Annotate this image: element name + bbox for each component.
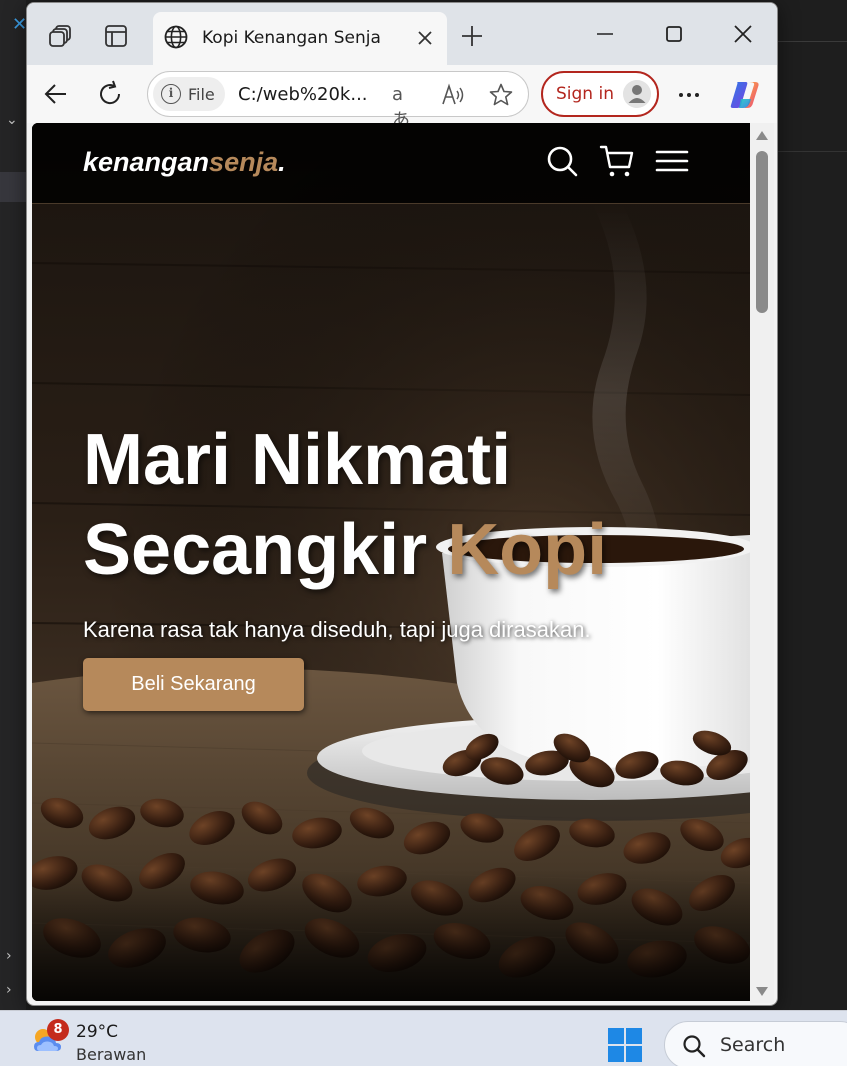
hero-subtitle: Karena rasa tak hanya diseduh, tapi juga… bbox=[83, 617, 591, 642]
background-editor-panel bbox=[778, 42, 847, 152]
close-icon[interactable] bbox=[415, 28, 435, 48]
tab-active[interactable]: Kopi Kenangan Senja bbox=[153, 12, 447, 65]
logo-dot: . bbox=[278, 147, 286, 177]
profile-icon bbox=[623, 80, 651, 108]
logo-accent-text: senja bbox=[209, 147, 279, 177]
info-icon: i bbox=[161, 84, 181, 104]
cart-icon[interactable] bbox=[599, 143, 635, 179]
weather-condition[interactable]: Berawan bbox=[76, 1045, 146, 1064]
hero-title-line1: Mari Nikmati bbox=[83, 420, 512, 500]
site-info-chip[interactable]: i File bbox=[153, 77, 225, 111]
refresh-icon[interactable] bbox=[95, 79, 125, 109]
hero-title-accent: Kopi bbox=[447, 510, 608, 590]
plus-icon[interactable] bbox=[459, 23, 485, 49]
back-icon[interactable] bbox=[41, 79, 71, 109]
background-editor-sidebar: ✕ ⌄ › › bbox=[0, 0, 28, 1010]
weather-temperature[interactable]: 29°C bbox=[76, 1022, 118, 1042]
close-window-icon[interactable] bbox=[730, 21, 756, 47]
browser-window: Kopi Kenangan Senja i File C:/web%20k...… bbox=[26, 2, 778, 1006]
site-navbar: kenangansenja. bbox=[32, 123, 750, 204]
translate-icon[interactable]: aあ bbox=[392, 82, 418, 131]
close-icon: ✕ bbox=[12, 14, 28, 35]
hero-title: Mari Nikmati Secangkir Kopi bbox=[83, 415, 723, 595]
sign-in-label: Sign in bbox=[556, 84, 614, 104]
maximize-icon[interactable] bbox=[661, 21, 687, 47]
copilot-icon[interactable] bbox=[727, 79, 763, 111]
read-aloud-icon[interactable] bbox=[440, 82, 466, 108]
address-bar[interactable]: i File C:/web%20k... aあ bbox=[147, 71, 529, 131]
scheme-label: File bbox=[188, 85, 215, 104]
hero-title-line2: Secangkir bbox=[83, 510, 448, 590]
tab-bar: Kopi Kenangan Senja bbox=[27, 3, 777, 65]
sign-in-button[interactable]: Sign in bbox=[541, 71, 659, 117]
scroll-thumb[interactable] bbox=[756, 151, 768, 313]
search-icon[interactable] bbox=[544, 143, 580, 179]
page-scrollbar[interactable] bbox=[750, 123, 774, 1003]
taskbar: 8 29°C Berawan Search bbox=[0, 1010, 847, 1066]
logo-text: kenangan bbox=[83, 147, 210, 177]
workspaces-icon[interactable] bbox=[46, 21, 76, 51]
tab-actions-icon[interactable] bbox=[101, 21, 131, 51]
search-icon bbox=[683, 1035, 706, 1058]
chevron-right-icon: › bbox=[6, 982, 12, 998]
chevron-down-icon: ⌄ bbox=[6, 112, 18, 128]
taskbar-search-label: Search bbox=[720, 1034, 786, 1056]
site-logo[interactable]: kenangansenja. bbox=[83, 147, 286, 178]
scroll-up-icon[interactable] bbox=[756, 131, 768, 140]
browser-toolbar: i File C:/web%20k... aあ Sign in bbox=[27, 65, 777, 131]
buy-now-button[interactable]: Beli Sekarang bbox=[83, 658, 304, 711]
minimize-icon[interactable] bbox=[592, 21, 618, 47]
more-icon[interactable] bbox=[675, 81, 703, 109]
favorite-icon[interactable] bbox=[488, 82, 514, 108]
hero-section: Mari Nikmati Secangkir Kopi Karena rasa … bbox=[83, 415, 723, 643]
windows-start-icon[interactable] bbox=[608, 1028, 644, 1064]
scroll-down-icon[interactable] bbox=[756, 987, 768, 996]
page-viewport: kenangansenja. Mari Nikmati Secangkir Ko… bbox=[32, 123, 750, 1001]
menu-icon[interactable] bbox=[654, 143, 690, 179]
highlight-row bbox=[0, 172, 26, 202]
weather-alert-badge[interactable]: 8 bbox=[47, 1019, 69, 1041]
url-text[interactable]: C:/web%20k... bbox=[238, 84, 368, 105]
chevron-right-icon: › bbox=[6, 948, 12, 964]
background-editor-tabs bbox=[778, 10, 847, 42]
tab-title: Kopi Kenangan Senja bbox=[202, 28, 381, 48]
taskbar-search[interactable]: Search bbox=[664, 1021, 847, 1066]
globe-icon bbox=[164, 25, 188, 49]
